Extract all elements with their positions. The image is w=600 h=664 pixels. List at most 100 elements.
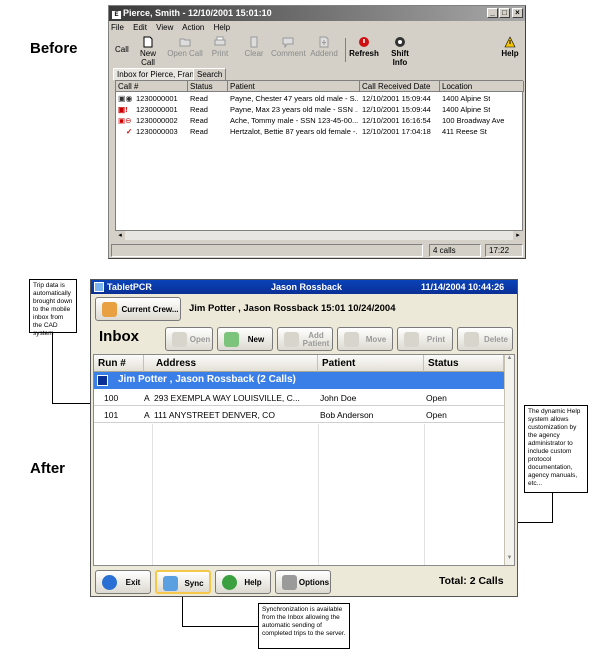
comment-icon	[282, 37, 294, 48]
table-row[interactable]: 101 A 111 ANYSTREET DENVER, CO Bob Ander…	[94, 407, 506, 423]
row-patient: Ache, Tommy male - SSN 123-45-00...	[230, 116, 358, 125]
delete-label: Delete	[483, 335, 508, 344]
clear-icon	[250, 36, 258, 48]
title-datetime: 11/14/2004 10:44:26	[421, 282, 505, 292]
open-icon	[172, 332, 187, 347]
refresh-button[interactable]: Refresh	[349, 36, 379, 66]
col-received[interactable]: Call Received Date	[360, 81, 440, 92]
sync-label: Sync	[184, 579, 204, 588]
print-button[interactable]: Print	[397, 327, 453, 351]
new-call-label: New Call	[139, 49, 156, 67]
col-patient[interactable]: Patient	[318, 355, 424, 372]
horizontal-scrollbar[interactable]: ◂ ▸	[115, 230, 523, 240]
crew-info: Jim Potter , Jason Rossback 15:01 10/24/…	[189, 303, 396, 314]
add-patient-button[interactable]: Add Patient	[277, 327, 333, 351]
comment-label: Comment	[271, 49, 306, 58]
after-window: TabletPCR Jason Rossback 11/14/2004 10:4…	[90, 279, 518, 597]
move-button[interactable]: Move	[337, 327, 393, 351]
callout-line	[552, 493, 553, 523]
new-button[interactable]: New	[217, 327, 273, 351]
row-status: Open	[426, 410, 447, 420]
bottom-bar: Exit Sync Help Options Total: 2 Calls	[91, 568, 517, 596]
new-document-icon	[143, 36, 153, 48]
after-title-bar: TabletPCR Jason Rossback 11/14/2004 10:4…	[91, 280, 517, 294]
shift-info-button[interactable]: Shift Info	[383, 36, 417, 67]
menu-file[interactable]: File	[111, 23, 124, 32]
row-patient: John Doe	[320, 393, 357, 403]
list-item[interactable]: ▣! 1230000001 Read Payne, Max 23 years o…	[116, 105, 514, 115]
col-location[interactable]: Location	[440, 81, 524, 92]
shift-info-label: Shift Info	[391, 49, 409, 67]
clear-button[interactable]: Clear	[241, 36, 267, 66]
call-number: 1230000001	[136, 94, 178, 103]
new-label: New	[247, 335, 265, 344]
menu-action[interactable]: Action	[182, 23, 204, 32]
table-row[interactable]: 100 A 293 EXEMPLA WAY LOUISVILLE, C... J…	[94, 390, 506, 406]
total-calls: Total: 2 Calls	[439, 575, 504, 587]
new-call-button[interactable]: New Call	[133, 36, 163, 67]
help-callout: The dynamic Help system allows customiza…	[524, 405, 588, 493]
col-run[interactable]: Run #	[94, 355, 144, 372]
sync-callout: Synchronization is available from the In…	[258, 603, 350, 649]
col-status[interactable]: Status	[188, 81, 228, 92]
exit-button[interactable]: Exit	[95, 570, 151, 594]
before-title-bar: E Pierce, Smith - 12/10/2001 15:01:10 _ □…	[109, 6, 525, 21]
open-label: Open	[189, 335, 211, 344]
menu-view[interactable]: View	[156, 23, 173, 32]
delete-icon	[464, 332, 479, 347]
open-folder-icon	[179, 38, 191, 47]
grid-divider	[152, 424, 153, 565]
list-item[interactable]: ▣⊖ 1230000002 Read Ache, Tommy male - SS…	[116, 116, 514, 126]
delete-button[interactable]: Delete	[457, 327, 513, 351]
callout-line	[182, 594, 183, 626]
status-empty	[111, 244, 423, 257]
scroll-right-arrow[interactable]: ▸	[513, 231, 523, 240]
col-patient[interactable]: Patient	[228, 81, 360, 92]
help-icon	[222, 575, 237, 590]
vertical-scrollbar[interactable]: ▲ ▼	[504, 355, 514, 565]
comment-button[interactable]: Comment	[271, 36, 306, 66]
before-help-button[interactable]: Help	[499, 36, 521, 66]
addend-label: Addend	[310, 49, 338, 58]
callout-line	[182, 626, 258, 627]
sync-button[interactable]: Sync	[155, 570, 211, 594]
menu-help[interactable]: Help	[214, 23, 230, 32]
menu-edit[interactable]: Edit	[133, 23, 147, 32]
current-crew-button[interactable]: Current Crew...	[95, 297, 181, 321]
print-button[interactable]: Print	[207, 36, 233, 66]
expand-box[interactable]	[97, 375, 108, 386]
crew-icon	[102, 302, 117, 317]
col-address[interactable]: Address	[152, 355, 318, 372]
row-date: 12/10/2001 15:09:44	[362, 105, 431, 114]
open-call-button[interactable]: Open Call	[167, 36, 203, 66]
crew-bar: Current Crew... Jim Potter , Jason Rossb…	[91, 294, 517, 324]
row-location: 100 Broadway Ave	[442, 116, 505, 125]
row-date: 12/10/2001 17:04:18	[362, 127, 431, 136]
scroll-up-arrow[interactable]: ▲	[505, 355, 514, 365]
close-button[interactable]: ×	[512, 8, 523, 18]
group-row[interactable]: Jim Potter , Jason Rossback (2 Calls)	[94, 372, 506, 389]
scroll-left-arrow[interactable]: ◂	[115, 231, 125, 240]
options-button[interactable]: Options	[275, 570, 331, 594]
open-button[interactable]: Open	[165, 327, 213, 351]
checkmark-icon: ✓	[126, 127, 133, 136]
maximize-button[interactable]: □	[499, 8, 510, 18]
row-status: Open	[426, 393, 447, 403]
before-label: Before	[30, 40, 78, 57]
minimize-button[interactable]: _	[487, 8, 498, 18]
row-patient: Bob Anderson	[320, 410, 374, 420]
tab-inbox[interactable]: Inbox for Pierce, Frank	[113, 68, 202, 80]
tab-search[interactable]: Search	[193, 68, 227, 80]
print-label: Print	[211, 49, 229, 58]
before-menu-bar: File Edit View Action Help	[111, 23, 237, 33]
printer-icon	[404, 332, 419, 347]
scroll-down-arrow[interactable]: ▼	[505, 555, 514, 565]
col-status[interactable]: Status	[424, 355, 504, 372]
print-label: Print	[426, 335, 446, 344]
addend-button[interactable]: Addend	[309, 36, 339, 66]
col-call[interactable]: Call #	[116, 81, 188, 92]
help-button[interactable]: Help	[215, 570, 271, 594]
list-item[interactable]: ▣◉ 1230000001 Read Payne, Chester 47 yea…	[116, 94, 514, 104]
row-status: Read	[190, 127, 208, 136]
list-item[interactable]: ✓ 1230000003 Read Hertzalot, Bettie 87 y…	[116, 127, 514, 137]
